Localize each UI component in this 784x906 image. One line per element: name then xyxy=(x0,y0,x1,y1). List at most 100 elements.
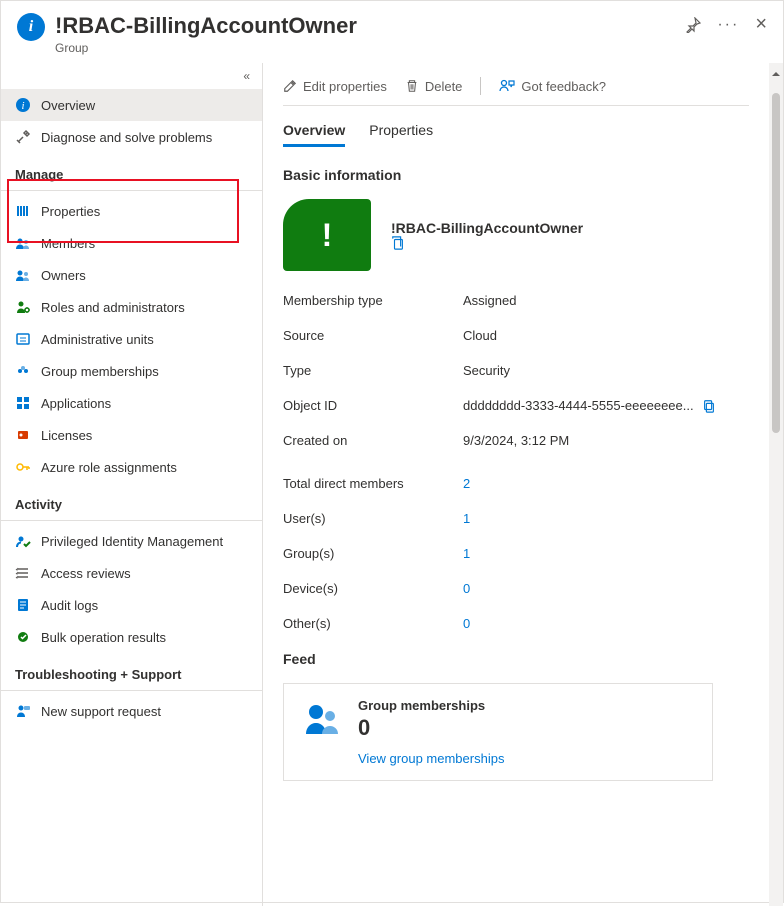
kv-key: Other(s) xyxy=(283,616,463,631)
sidebar-item-owners[interactable]: Owners xyxy=(1,259,262,291)
kv-total-direct-members: Total direct members2 xyxy=(283,476,749,491)
pim-icon xyxy=(15,533,31,549)
sidebar-item-members[interactable]: Members xyxy=(1,227,262,259)
props-icon xyxy=(15,203,31,219)
copy-name-icon[interactable] xyxy=(391,236,591,250)
sidebar-item-bulk-operation-results[interactable]: Bulk operation results xyxy=(1,621,262,653)
sidebar-item-privileged-identity-management[interactable]: Privileged Identity Management xyxy=(1,525,262,557)
sidebar-item-applications[interactable]: Applications xyxy=(1,387,262,419)
pin-icon[interactable] xyxy=(685,17,701,33)
tabs: Overview Properties xyxy=(283,122,749,147)
toolbar-separator xyxy=(480,77,481,95)
kv-membership-type: Membership typeAssigned xyxy=(283,293,749,308)
tools-icon xyxy=(15,129,31,145)
sidebar-item-label: Properties xyxy=(41,204,100,219)
logs-icon xyxy=(15,597,31,613)
feed-card: Group memberships 0 View group membershi… xyxy=(283,683,713,781)
content: Edit properties Delete Got feedback? Ove… xyxy=(263,63,769,906)
kv-key: Total direct members xyxy=(283,476,463,491)
sidebar-item-audit-logs[interactable]: Audit logs xyxy=(1,589,262,621)
sidebar-item-access-reviews[interactable]: Access reviews xyxy=(1,557,262,589)
info-icon: i xyxy=(15,97,31,113)
sidebar-item-label: Access reviews xyxy=(41,566,131,581)
kv-value: 9/3/2024, 3:12 PM xyxy=(463,433,749,448)
groups-icon xyxy=(15,363,31,379)
sidebar-item-licenses[interactable]: Licenses xyxy=(1,419,262,451)
sidebar-item-label: Group memberships xyxy=(41,364,159,379)
sidebar-item-roles-and-administrators[interactable]: Roles and administrators xyxy=(1,291,262,323)
header-body: !RBAC-BillingAccountOwner Group xyxy=(55,13,685,55)
kv-value-link[interactable]: 1 xyxy=(463,511,749,526)
sidebar-collapse[interactable]: « xyxy=(1,67,262,89)
kv-key: Object ID xyxy=(283,398,463,413)
sidebar-item-label: Azure role assignments xyxy=(41,460,177,475)
page-title: !RBAC-BillingAccountOwner xyxy=(55,13,685,39)
sidebar-item-new-support-request[interactable]: New support request xyxy=(1,695,262,727)
sidebar-item-diagnose-and-solve-problems[interactable]: Diagnose and solve problems xyxy=(1,121,262,153)
kv-created-on: Created on9/3/2024, 3:12 PM xyxy=(283,433,749,448)
tab-overview[interactable]: Overview xyxy=(283,122,345,147)
sidebar-item-azure-role-assignments[interactable]: Azure role assignments xyxy=(1,451,262,483)
sidebar-section-activity: Activity xyxy=(1,483,262,521)
sidebar-item-label: Administrative units xyxy=(41,332,154,347)
sidebar-item-properties[interactable]: Properties xyxy=(1,195,262,227)
more-icon[interactable]: ··· xyxy=(717,16,739,34)
sidebar-item-label: New support request xyxy=(41,704,161,719)
sidebar-item-administrative-units[interactable]: Administrative units xyxy=(1,323,262,355)
sidebar: « i Overview Diagnose and solve problems M… xyxy=(1,63,263,906)
people-icon xyxy=(15,267,31,283)
feedback-button[interactable]: Got feedback? xyxy=(499,78,606,94)
group-tile-row: ! !RBAC-BillingAccountOwner xyxy=(283,199,749,271)
kv-key: Type xyxy=(283,363,463,378)
sidebar-item-label: Members xyxy=(41,236,95,251)
blade-body: « i Overview Diagnose and solve problems M… xyxy=(1,63,783,906)
kv-user-s-: User(s)1 xyxy=(283,511,749,526)
kv-value: Cloud xyxy=(463,328,749,343)
kv-value-link[interactable]: 1 xyxy=(463,546,749,561)
kv-value-link[interactable]: 0 xyxy=(463,616,749,631)
delete-button[interactable]: Delete xyxy=(405,79,463,94)
sidebar-item-label: Bulk operation results xyxy=(41,630,166,645)
support-icon xyxy=(15,703,31,719)
sidebar-item-overview[interactable]: i Overview xyxy=(1,89,262,121)
kv-other-s-: Other(s)0 xyxy=(283,616,749,631)
kv-source: SourceCloud xyxy=(283,328,749,343)
kv-key: Source xyxy=(283,328,463,343)
edit-properties-label: Edit properties xyxy=(303,79,387,94)
kv-device-s-: Device(s)0 xyxy=(283,581,749,596)
edit-properties-button[interactable]: Edit properties xyxy=(283,79,387,94)
sidebar-item-label: Privileged Identity Management xyxy=(41,534,223,549)
sidebar-item-label: Owners xyxy=(41,268,86,283)
kv-key: Created on xyxy=(283,433,463,448)
bulk-icon xyxy=(15,629,31,645)
tab-properties[interactable]: Properties xyxy=(369,122,433,147)
people-icon xyxy=(15,235,31,251)
kv-key: User(s) xyxy=(283,511,463,526)
header-actions: ··· × xyxy=(685,13,767,36)
sidebar-item-label: Overview xyxy=(41,98,95,113)
kv-value-link[interactable]: 0 xyxy=(463,581,749,596)
scrollbar[interactable] xyxy=(769,63,783,906)
group-tile-icon: ! xyxy=(283,199,371,271)
person-gear-icon xyxy=(15,299,31,315)
feed-card-link[interactable]: View group memberships xyxy=(358,751,504,766)
kv-key: Device(s) xyxy=(283,581,463,596)
apps-icon xyxy=(15,395,31,411)
group-memberships-icon xyxy=(302,698,344,740)
close-icon[interactable]: × xyxy=(755,13,767,36)
main: Edit properties Delete Got feedback? Ove… xyxy=(263,63,783,906)
feed-card-count: 0 xyxy=(358,715,504,741)
sidebar-item-label: Applications xyxy=(41,396,111,411)
group-name: !RBAC-BillingAccountOwner xyxy=(391,220,583,236)
group-name-row: !RBAC-BillingAccountOwner xyxy=(391,220,591,250)
kv-key: Group(s) xyxy=(283,546,463,561)
feed-heading: Feed xyxy=(283,651,749,667)
kv-value: dddddddd-3333-4444-5555-eeeeeeee... xyxy=(463,398,749,413)
copy-icon[interactable] xyxy=(702,399,716,413)
basic-info-heading: Basic information xyxy=(283,167,749,183)
sidebar-item-group-memberships[interactable]: Group memberships xyxy=(1,355,262,387)
kv-value: Assigned xyxy=(463,293,749,308)
kv-value-link[interactable]: 2 xyxy=(463,476,749,491)
blade-header: i !RBAC-BillingAccountOwner Group ··· × xyxy=(1,1,783,63)
scroll-thumb[interactable] xyxy=(772,93,780,433)
